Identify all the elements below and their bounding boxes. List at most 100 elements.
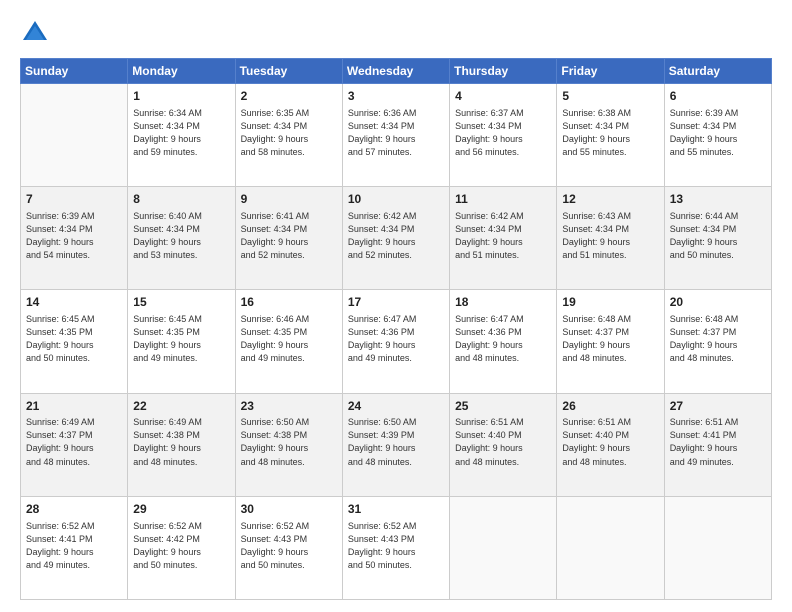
day-number: 3 bbox=[348, 88, 444, 105]
day-number: 23 bbox=[241, 398, 337, 415]
day-number: 5 bbox=[562, 88, 658, 105]
calendar-day-cell: 30 Sunrise: 6:52 AMSunset: 4:43 PMDayligh… bbox=[235, 496, 342, 599]
calendar-day-cell: 27Sunrise: 6:51 AMSunset: 4:41 PMDayligh… bbox=[664, 393, 771, 496]
day-number: 16 bbox=[241, 294, 337, 311]
day-number: 15 bbox=[133, 294, 229, 311]
calendar-day-cell bbox=[664, 496, 771, 599]
calendar-day-cell: 19 Sunrise: 6:48 AMSunset: 4:37 PMDayligh… bbox=[557, 290, 664, 393]
calendar-day-cell: 15 Sunrise: 6:45 AMSunset: 4:35 PMDayligh… bbox=[128, 290, 235, 393]
day-info: Sunrise: 6:36 AMSunset: 4:34 PMDaylight:… bbox=[348, 107, 444, 159]
day-info: Sunrise: 6:46 AMSunset: 4:35 PMDaylight:… bbox=[241, 313, 337, 365]
day-info: Sunrise: 6:50 AMSunset: 4:38 PMDaylight:… bbox=[241, 416, 337, 468]
day-info: Sunrise: 6:48 AMSunset: 4:37 PMDaylight:… bbox=[670, 313, 766, 365]
calendar-day-cell: 26Sunrise: 6:51 AMSunset: 4:40 PMDayligh… bbox=[557, 393, 664, 496]
day-info: Sunrise: 6:37 AMSunset: 4:34 PMDaylight:… bbox=[455, 107, 551, 159]
day-info: Sunrise: 6:40 AMSunset: 4:34 PMDaylight:… bbox=[133, 210, 229, 262]
calendar-day-cell: 24Sunrise: 6:50 AMSunset: 4:39 PMDayligh… bbox=[342, 393, 449, 496]
day-info: Sunrise: 6:38 AMSunset: 4:34 PMDaylight:… bbox=[562, 107, 658, 159]
day-info: Sunrise: 6:41 AMSunset: 4:34 PMDaylight:… bbox=[241, 210, 337, 262]
calendar-day-cell: 28 Sunrise: 6:52 AMSunset: 4:41 PMDayligh… bbox=[21, 496, 128, 599]
day-number: 20 bbox=[670, 294, 766, 311]
day-info: Sunrise: 6:34 AMSunset: 4:34 PMDaylight:… bbox=[133, 107, 229, 159]
col-header-thursday: Thursday bbox=[450, 59, 557, 84]
day-info: Sunrise: 6:43 AMSunset: 4:34 PMDaylight:… bbox=[562, 210, 658, 262]
day-number: 27 bbox=[670, 398, 766, 415]
calendar-table: SundayMondayTuesdayWednesdayThursdayFrid… bbox=[20, 58, 772, 600]
calendar-day-cell: 23Sunrise: 6:50 AMSunset: 4:38 PMDayligh… bbox=[235, 393, 342, 496]
day-number: 2 bbox=[241, 88, 337, 105]
day-info: Sunrise: 6:39 AMSunset: 4:34 PMDaylight:… bbox=[670, 107, 766, 159]
day-number: 19 bbox=[562, 294, 658, 311]
day-info: Sunrise: 6:51 AMSunset: 4:40 PMDaylight:… bbox=[562, 416, 658, 468]
day-info: Sunrise: 6:42 AMSunset: 4:34 PMDaylight:… bbox=[455, 210, 551, 262]
day-info: Sunrise: 6:52 AMSunset: 4:42 PMDaylight:… bbox=[133, 520, 229, 572]
calendar-day-cell: 16 Sunrise: 6:46 AMSunset: 4:35 PMDayligh… bbox=[235, 290, 342, 393]
day-info: Sunrise: 6:52 AMSunset: 4:43 PMDaylight:… bbox=[348, 520, 444, 572]
day-info: Sunrise: 6:39 AMSunset: 4:34 PMDaylight:… bbox=[26, 210, 122, 262]
calendar-day-cell bbox=[557, 496, 664, 599]
day-info: Sunrise: 6:51 AMSunset: 4:40 PMDaylight:… bbox=[455, 416, 551, 468]
calendar-day-cell: 8 Sunrise: 6:40 AMSunset: 4:34 PMDaylight… bbox=[128, 187, 235, 290]
day-number: 22 bbox=[133, 398, 229, 415]
day-number: 28 bbox=[26, 501, 122, 518]
day-number: 14 bbox=[26, 294, 122, 311]
calendar-week-row: 21Sunrise: 6:49 AMSunset: 4:37 PMDayligh… bbox=[21, 393, 772, 496]
day-number: 8 bbox=[133, 191, 229, 208]
calendar-week-row: 7Sunrise: 6:39 AMSunset: 4:34 PMDaylight… bbox=[21, 187, 772, 290]
calendar-day-cell: 7Sunrise: 6:39 AMSunset: 4:34 PMDaylight… bbox=[21, 187, 128, 290]
day-info: Sunrise: 6:52 AMSunset: 4:41 PMDaylight:… bbox=[26, 520, 122, 572]
day-info: Sunrise: 6:51 AMSunset: 4:41 PMDaylight:… bbox=[670, 416, 766, 468]
col-header-monday: Monday bbox=[128, 59, 235, 84]
day-number: 24 bbox=[348, 398, 444, 415]
day-info: Sunrise: 6:49 AMSunset: 4:38 PMDaylight:… bbox=[133, 416, 229, 468]
col-header-wednesday: Wednesday bbox=[342, 59, 449, 84]
day-info: Sunrise: 6:45 AMSunset: 4:35 PMDaylight:… bbox=[26, 313, 122, 365]
day-info: Sunrise: 6:52 AMSunset: 4:43 PMDaylight:… bbox=[241, 520, 337, 572]
calendar-day-cell: 11 Sunrise: 6:42 AMSunset: 4:34 PMDayligh… bbox=[450, 187, 557, 290]
day-number: 13 bbox=[670, 191, 766, 208]
day-info: Sunrise: 6:45 AMSunset: 4:35 PMDaylight:… bbox=[133, 313, 229, 365]
calendar-day-cell: 12 Sunrise: 6:43 AMSunset: 4:34 PMDayligh… bbox=[557, 187, 664, 290]
calendar-week-row: 28 Sunrise: 6:52 AMSunset: 4:41 PMDayligh… bbox=[21, 496, 772, 599]
calendar-day-cell: 21Sunrise: 6:49 AMSunset: 4:37 PMDayligh… bbox=[21, 393, 128, 496]
day-number: 26 bbox=[562, 398, 658, 415]
day-info: Sunrise: 6:44 AMSunset: 4:34 PMDaylight:… bbox=[670, 210, 766, 262]
day-number: 25 bbox=[455, 398, 551, 415]
day-number: 21 bbox=[26, 398, 122, 415]
calendar-day-cell: 14 Sunrise: 6:45 AMSunset: 4:35 PMDayligh… bbox=[21, 290, 128, 393]
day-number: 30 bbox=[241, 501, 337, 518]
day-info: Sunrise: 6:35 AMSunset: 4:34 PMDaylight:… bbox=[241, 107, 337, 159]
calendar-day-cell: 2 Sunrise: 6:35 AMSunset: 4:34 PMDaylight… bbox=[235, 84, 342, 187]
logo bbox=[20, 18, 54, 48]
day-number: 31 bbox=[348, 501, 444, 518]
calendar-day-cell: 29 Sunrise: 6:52 AMSunset: 4:42 PMDayligh… bbox=[128, 496, 235, 599]
col-header-tuesday: Tuesday bbox=[235, 59, 342, 84]
calendar-day-cell: 4Sunrise: 6:37 AMSunset: 4:34 PMDaylight… bbox=[450, 84, 557, 187]
day-number: 12 bbox=[562, 191, 658, 208]
calendar-day-cell: 10Sunrise: 6:42 AMSunset: 4:34 PMDayligh… bbox=[342, 187, 449, 290]
col-header-sunday: Sunday bbox=[21, 59, 128, 84]
calendar-day-cell: 6 Sunrise: 6:39 AMSunset: 4:34 PMDaylight… bbox=[664, 84, 771, 187]
day-number: 6 bbox=[670, 88, 766, 105]
calendar-week-row: 1 Sunrise: 6:34 AMSunset: 4:34 PMDaylight… bbox=[21, 84, 772, 187]
calendar-day-cell bbox=[21, 84, 128, 187]
calendar-day-cell: 31 Sunrise: 6:52 AMSunset: 4:43 PMDayligh… bbox=[342, 496, 449, 599]
calendar-day-cell: 22Sunrise: 6:49 AMSunset: 4:38 PMDayligh… bbox=[128, 393, 235, 496]
calendar-day-cell: 5 Sunrise: 6:38 AMSunset: 4:34 PMDaylight… bbox=[557, 84, 664, 187]
day-info: Sunrise: 6:47 AMSunset: 4:36 PMDaylight:… bbox=[348, 313, 444, 365]
day-number: 9 bbox=[241, 191, 337, 208]
calendar-day-cell: 1 Sunrise: 6:34 AMSunset: 4:34 PMDaylight… bbox=[128, 84, 235, 187]
page: SundayMondayTuesdayWednesdayThursdayFrid… bbox=[0, 0, 792, 612]
day-info: Sunrise: 6:49 AMSunset: 4:37 PMDaylight:… bbox=[26, 416, 122, 468]
day-number: 18 bbox=[455, 294, 551, 311]
day-info: Sunrise: 6:42 AMSunset: 4:34 PMDaylight:… bbox=[348, 210, 444, 262]
day-number: 29 bbox=[133, 501, 229, 518]
calendar-day-cell: 17Sunrise: 6:47 AMSunset: 4:36 PMDayligh… bbox=[342, 290, 449, 393]
calendar-header-row: SundayMondayTuesdayWednesdayThursdayFrid… bbox=[21, 59, 772, 84]
day-info: Sunrise: 6:48 AMSunset: 4:37 PMDaylight:… bbox=[562, 313, 658, 365]
calendar-day-cell: 3 Sunrise: 6:36 AMSunset: 4:34 PMDaylight… bbox=[342, 84, 449, 187]
day-number: 1 bbox=[133, 88, 229, 105]
header bbox=[20, 18, 772, 48]
day-number: 11 bbox=[455, 191, 551, 208]
col-header-friday: Friday bbox=[557, 59, 664, 84]
